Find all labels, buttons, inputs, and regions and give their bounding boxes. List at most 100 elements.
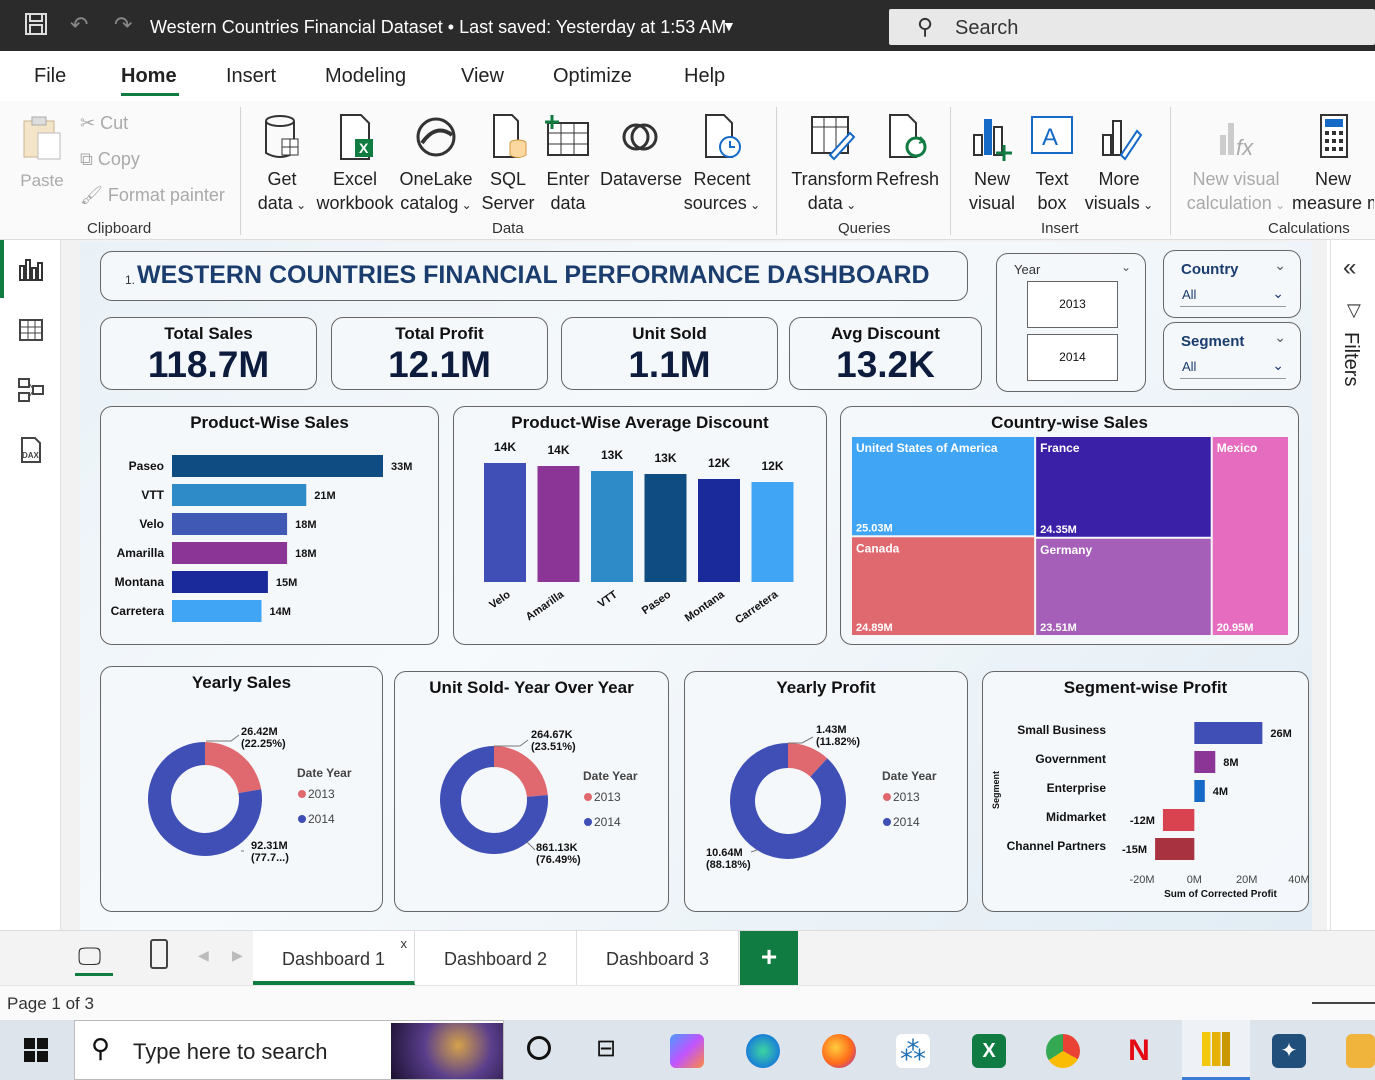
leader-line	[750, 849, 758, 853]
legend-marker	[298, 815, 306, 823]
save-icon[interactable]	[24, 12, 48, 42]
product-sales-chart[interactable]: Product-Wise Sales Paseo 33M VTT 21M Velo 18M…	[100, 406, 439, 645]
model-view-icon[interactable]	[17, 376, 45, 404]
onelake-icon	[416, 117, 456, 157]
more-visuals-label-1: More	[1098, 169, 1140, 189]
new-measure-button[interactable]: New measure m	[1292, 113, 1374, 215]
format-painter-label: Format painter	[107, 185, 225, 205]
yearly-profit-chart[interactable]: Yearly Profit 1.43M (11.82%) 10.64M (88.18%…	[684, 671, 968, 912]
tab-dashboard-2[interactable]: Dashboard 2	[415, 931, 577, 985]
menu-modeling[interactable]: Modeling	[325, 65, 406, 88]
edge-icon[interactable]	[746, 1034, 780, 1068]
chevron-down-icon[interactable]: ⌄	[1121, 260, 1131, 274]
segment-dropdown-value: All	[1182, 359, 1197, 374]
firefox-icon[interactable]	[822, 1034, 856, 1068]
tab-dashboard-1[interactable]: Dashboard 1 x	[253, 931, 415, 985]
year-option-2013[interactable]: 2013	[1027, 281, 1118, 328]
yearly-sales-chart[interactable]: Yearly Sales 26.42M (22.25%) 92.31M (77.7..…	[100, 666, 383, 912]
search-icon: ⚲	[917, 14, 934, 39]
excel-taskbar-icon[interactable]: X	[972, 1034, 1006, 1068]
kpi-card-total-profit[interactable]: Total Profit 12.1M	[331, 317, 548, 390]
new-visual-calculation-button[interactable]: fx New visual calculation ⌄	[1184, 113, 1288, 217]
next-page-icon[interactable]: ▶	[232, 947, 243, 964]
format-painter-button[interactable]: 🖌 Format painter	[80, 183, 225, 207]
year-option-2014[interactable]: 2014	[1027, 334, 1118, 381]
chart-title: Segment-wise Profit	[1063, 678, 1228, 697]
leader-line	[206, 734, 240, 742]
search-box[interactable]: ⚲ Search	[889, 9, 1375, 45]
chrome-icon[interactable]	[1046, 1034, 1080, 1068]
legend-marker	[584, 818, 592, 826]
chevron-down-icon: ⌄	[458, 198, 472, 212]
dax-query-view-icon[interactable]: DAX	[17, 436, 45, 464]
onelake-catalog-button[interactable]: OneLake catalog ⌄	[398, 113, 474, 217]
cut-button[interactable]: ✂ Cut	[80, 111, 128, 135]
sql-label-2: Server	[481, 193, 535, 213]
menu-file[interactable]: File	[34, 65, 66, 88]
undo-icon[interactable]: ↶	[70, 12, 88, 38]
excel-icon: X	[340, 114, 373, 160]
sql-server-button[interactable]: SQL Server	[480, 113, 536, 215]
kpi-card-unit-sold[interactable]: Unit Sold 1.1M	[561, 317, 778, 390]
text-box-icon: A	[1031, 116, 1073, 154]
dataverse-button[interactable]: Dataverse	[600, 113, 682, 191]
segment-profit-chart[interactable]: Segment-wise Profit Segment Small Busines…	[982, 671, 1310, 912]
menu-home[interactable]: Home	[121, 65, 177, 88]
filters-pane-collapsed[interactable]: « ▽ Filters	[1330, 240, 1375, 930]
menu-insert[interactable]: Insert	[226, 65, 276, 88]
unit-sold-chart[interactable]: Unit Sold- Year Over Year 264.67K (23.51%…	[394, 671, 669, 912]
file-explorer-icon[interactable]	[1346, 1034, 1375, 1068]
report-view-icon[interactable]	[17, 256, 45, 284]
add-page-button[interactable]: +	[740, 931, 798, 985]
transform-data-button[interactable]: Transform data ⌄	[790, 113, 874, 217]
data-label: 92.31M	[251, 840, 288, 852]
tab-dashboard-3[interactable]: Dashboard 3	[577, 931, 739, 985]
data-group-label: Data	[492, 220, 524, 237]
get-data-button[interactable]: Get data ⌄	[254, 113, 310, 217]
chevron-down-icon[interactable]: ▼	[722, 18, 736, 34]
cortana-icon[interactable]	[527, 1036, 551, 1060]
copy-button[interactable]: ⧉ Copy	[80, 147, 140, 171]
prev-page-icon[interactable]: ◀	[198, 947, 209, 964]
zoom-slider[interactable]	[1312, 1002, 1375, 1004]
country-sales-treemap[interactable]: Country-wise Sales United States of Amer…	[840, 406, 1299, 645]
windows-start-icon[interactable]	[24, 1038, 48, 1062]
excel-workbook-button[interactable]: X Excel workbook	[314, 113, 396, 215]
desktop-layout-icon[interactable]: 🖵	[78, 943, 101, 971]
recent-sources-button[interactable]: Recent sources ⌄	[682, 113, 762, 217]
bar	[172, 455, 383, 477]
powerbi-taskbar-active[interactable]	[1182, 1020, 1250, 1080]
menu-optimize[interactable]: Optimize	[553, 65, 632, 88]
chevron-down-icon: ⌄	[292, 198, 307, 212]
task-view-icon[interactable]: ⊟	[596, 1034, 616, 1063]
kpi-card-avg-discount[interactable]: Avg Discount 13.2K	[789, 317, 982, 390]
more-visuals-button[interactable]: More visuals ⌄	[1082, 113, 1156, 217]
mysql-workbench-icon[interactable]: ✦	[1272, 1034, 1306, 1068]
redo-icon[interactable]: ↷	[114, 12, 132, 38]
tab-label: Dashboard 1	[281, 949, 386, 969]
powerbi-icon	[1202, 1032, 1230, 1066]
segment-dropdown[interactable]: All ⌄	[1180, 357, 1286, 379]
legend-title: Date Year	[583, 769, 638, 783]
tableau-icon[interactable]: ⁂	[896, 1034, 930, 1068]
paste-button[interactable]: Paste	[18, 113, 66, 193]
transform-label-2: data	[807, 193, 843, 213]
product-discount-chart[interactable]: Product-Wise Average Discount 14K Velo 14K…	[453, 406, 827, 645]
copilot-icon[interactable]	[670, 1034, 704, 1068]
close-icon[interactable]: x	[401, 936, 408, 951]
expand-icon[interactable]: «	[1343, 254, 1356, 282]
refresh-button[interactable]: Refresh	[876, 113, 939, 191]
text-box-button[interactable]: A Text box	[1026, 113, 1078, 215]
menu-help[interactable]: Help	[684, 65, 725, 88]
new-visual-button[interactable]: New visual	[964, 113, 1020, 215]
onelake-label-1: OneLake	[399, 169, 473, 189]
netflix-icon[interactable]: N	[1122, 1034, 1156, 1068]
transform-data-icon	[811, 116, 856, 161]
mobile-layout-icon[interactable]	[150, 939, 168, 969]
enter-data-button[interactable]: Enter data	[542, 113, 594, 215]
menu-view[interactable]: View	[461, 65, 504, 88]
taskbar-search-box[interactable]: ⚲ Type here to search	[74, 1020, 504, 1080]
kpi-card-total-sales[interactable]: Total Sales 118.7M	[100, 317, 317, 390]
country-dropdown[interactable]: All ⌄	[1180, 285, 1286, 307]
table-view-icon[interactable]	[17, 316, 45, 344]
